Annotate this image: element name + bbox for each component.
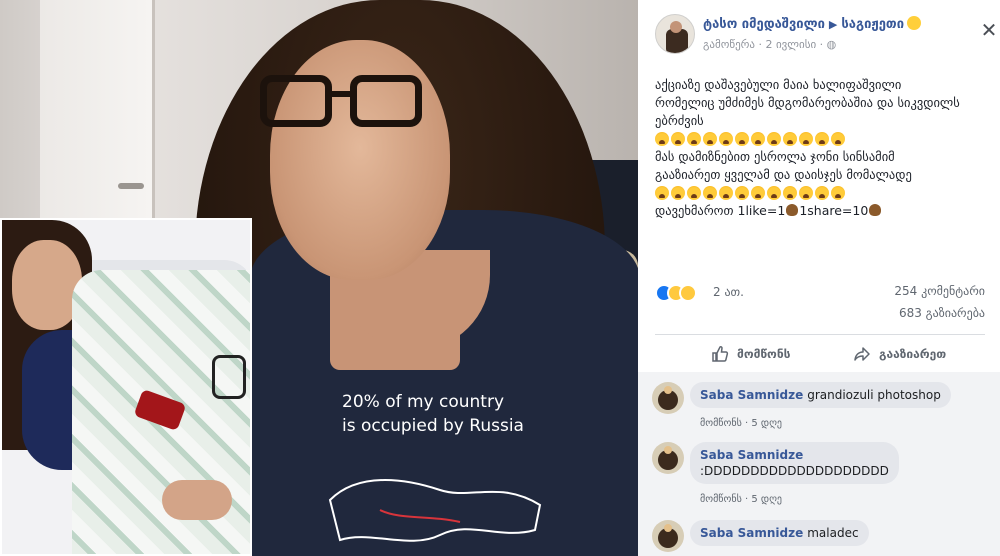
crying-face-icon	[815, 132, 829, 146]
comment-bubble: Saba Samnidze maladec	[690, 520, 869, 546]
post-meta: გამოწერა · 2 ივლისი · ◍	[703, 38, 836, 51]
sad-reaction-icon	[679, 284, 697, 302]
like-request-text: დავეხმაროთ 1like=1	[655, 203, 786, 218]
shirt-print-line-1: 20% of my country	[342, 392, 505, 412]
post-line: მას დამიზნებით ესროლა ჯონი სინსამიმ	[655, 149, 895, 164]
crying-face-icon	[831, 132, 845, 146]
commenter-avatar[interactable]	[652, 442, 684, 474]
photo-door	[40, 0, 155, 230]
like-button[interactable]: მომწონს	[711, 338, 790, 370]
comment-meta: მომწონს · 5 დღე	[700, 418, 783, 429]
share-label: გააზიარეთ	[879, 347, 947, 361]
post-text: აქციაზე დაშავებული მაია ხალიფაშვილი რომე…	[655, 76, 990, 220]
commenter-avatar[interactable]	[652, 520, 684, 552]
author-name[interactable]: ტასო იმედაშვილი	[703, 17, 825, 32]
crying-face-icon	[719, 186, 733, 200]
crying-face-icon	[719, 132, 733, 146]
crying-emoji-row	[655, 130, 990, 148]
like-label: მომწონს	[737, 347, 791, 361]
inset-hospital-photo	[0, 218, 252, 556]
poop-emoji-icon	[869, 204, 882, 216]
crying-face-icon	[831, 186, 845, 200]
comment-like-link[interactable]: მომწონს	[700, 494, 742, 505]
close-icon[interactable]: ✕	[979, 20, 999, 40]
share-button[interactable]: გააზიარეთ	[853, 338, 946, 370]
crying-face-icon	[655, 132, 669, 146]
post-actions: მომწონს გააზიარეთ	[655, 338, 985, 370]
post-line: აქციაზე დაშავებული მაია ხალიფაშვილი	[655, 77, 902, 92]
comments-count[interactable]: 254 კომენტარი	[894, 284, 985, 298]
thumbs-up-icon	[712, 346, 729, 362]
group-name[interactable]: საგიჟეთი	[841, 17, 904, 32]
divider	[655, 334, 985, 335]
post-photo[interactable]: 20% of my country is occupied by Russia	[0, 0, 638, 556]
comment-bubble: Saba Samnidze :DDDDDDDDDDDDDDDDDDDD	[690, 442, 899, 484]
comment-time[interactable]: 5 დღე	[751, 494, 782, 505]
crying-face-icon	[703, 186, 717, 200]
crying-emoji-row	[655, 184, 990, 202]
globe-icon: ◍	[826, 38, 837, 51]
crying-face-icon	[767, 132, 781, 146]
crying-face-icon	[703, 132, 717, 146]
comment-text: grandiozuli photoshop	[807, 388, 941, 402]
crying-face-icon	[735, 186, 749, 200]
commenter-name[interactable]: Saba Samnidze	[700, 388, 803, 402]
comment-text: :DDDDDDDDDDDDDDDDDDDD	[700, 464, 889, 478]
crying-face-icon	[799, 186, 813, 200]
post-meta-text[interactable]: გამოწერა · 2 ივლისი ·	[703, 38, 823, 51]
facebook-photo-viewer: 20% of my country is occupied by Russia …	[0, 0, 1000, 556]
crying-face-icon	[751, 186, 765, 200]
comment-bubble: Saba Samnidze grandiozuli photoshop	[690, 382, 951, 408]
crying-face-icon	[783, 186, 797, 200]
commenter-name[interactable]: Saba Samnidze	[700, 448, 803, 462]
share-arrow-icon	[854, 347, 870, 361]
shirt-map-graphic	[328, 479, 542, 542]
crying-face-icon	[815, 186, 829, 200]
crying-face-icon	[671, 132, 685, 146]
author-line: ტასო იმედაშვილი ▶ საგიჟეთი	[703, 16, 922, 32]
comment-meta: მომწონს · 5 დღე	[700, 494, 783, 505]
tongue-emoji-icon	[907, 16, 922, 30]
poop-emoji-icon	[786, 204, 799, 216]
crying-face-icon	[751, 132, 765, 146]
shirt-print: 20% of my country is occupied by Russia	[342, 390, 562, 438]
triangle-right-icon: ▶	[828, 18, 838, 31]
reaction-count[interactable]: 2 ათ.	[713, 285, 744, 299]
crying-face-icon	[767, 186, 781, 200]
shirt-print-line-2: is occupied by Russia	[342, 416, 524, 436]
post-sidebar: ტასო იმედაშვილი ▶ საგიჟეთი გამოწერა · 2 ივ…	[638, 0, 1000, 556]
comment-like-link[interactable]: მომწონს	[700, 418, 742, 429]
crying-face-icon	[687, 132, 701, 146]
shares-count[interactable]: 683 გაზიარება	[899, 306, 985, 320]
crying-face-icon	[783, 132, 797, 146]
reaction-summary: 2 ათ. 254 კომენტარი 683 გაზიარება	[655, 282, 985, 320]
crying-face-icon	[671, 186, 685, 200]
photo-glasses	[260, 75, 430, 135]
post-header: ტასო იმედაშვილი ▶ საგიჟეთი გამოწერა · 2 ივ…	[655, 14, 997, 60]
crying-face-icon	[735, 132, 749, 146]
post-line: გააზიარეთ ყველამ და დაისჯეს მომალადე	[655, 167, 912, 182]
comment-time[interactable]: 5 დღე	[751, 418, 782, 429]
reaction-icons[interactable]	[655, 284, 711, 302]
comment-text: maladec	[807, 526, 859, 540]
photo-door-handle	[118, 183, 144, 189]
share-request-text: 1share=10	[799, 203, 869, 218]
commenter-avatar[interactable]	[652, 382, 684, 414]
commenter-name[interactable]: Saba Samnidze	[700, 526, 803, 540]
post-line: რომელიც უმძიმეს მდგომარეობაშია და სიკვდი…	[655, 95, 960, 110]
author-avatar[interactable]	[655, 14, 695, 54]
crying-face-icon	[655, 186, 669, 200]
crying-face-icon	[687, 186, 701, 200]
post-line-last: დავეხმაროთ 1like=1 1share=10	[655, 202, 990, 220]
crying-face-icon	[799, 132, 813, 146]
comments-section: Saba Samnidze grandiozuli photoshop მომწო…	[638, 372, 1000, 556]
post-line: ებრძვის	[655, 113, 704, 128]
